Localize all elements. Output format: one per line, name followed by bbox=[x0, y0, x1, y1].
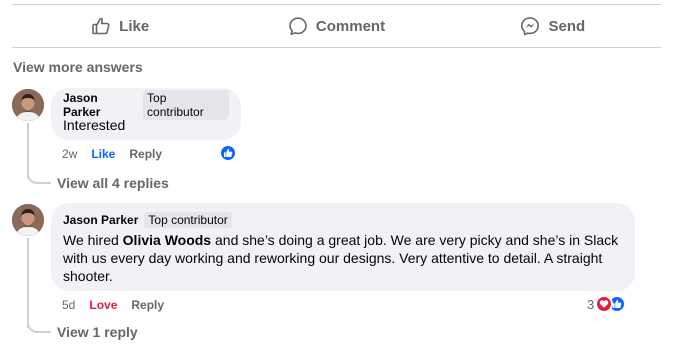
like-button[interactable]: Like bbox=[12, 5, 228, 47]
like-label: Like bbox=[119, 17, 150, 35]
top-contributor-badge: Top contributor bbox=[143, 90, 229, 120]
mention-link[interactable]: Olivia Woods bbox=[123, 232, 211, 248]
thread-connector bbox=[27, 310, 51, 333]
comment-bubble: Jason Parker Top contributor Interested bbox=[51, 88, 241, 140]
comment-author[interactable]: Jason Parker bbox=[63, 213, 138, 227]
thread-connector bbox=[27, 160, 51, 184]
profile-photo-icon bbox=[12, 89, 44, 121]
comment-text-part: We hired bbox=[63, 232, 123, 248]
comment-bubble: Jason Parker Top contributor We hired Ol… bbox=[51, 203, 635, 291]
love-action[interactable]: Love bbox=[89, 298, 117, 312]
thumbs-up-icon bbox=[92, 17, 110, 35]
reaction-count: 3 bbox=[587, 296, 595, 312]
reaction-summary[interactable] bbox=[219, 144, 237, 162]
reply-action[interactable]: Reply bbox=[131, 298, 164, 312]
like-action[interactable]: Like bbox=[91, 147, 115, 161]
comment-label: Comment bbox=[315, 17, 386, 35]
view-replies-link[interactable]: View all 4 replies bbox=[57, 175, 169, 191]
comment-timestamp[interactable]: 2w bbox=[62, 147, 77, 161]
top-contributor-badge: Top contributor bbox=[144, 212, 232, 228]
like-icon bbox=[219, 144, 237, 162]
send-label: Send bbox=[548, 17, 586, 35]
comment-meta: 5d Love Reply bbox=[62, 298, 164, 312]
avatar[interactable] bbox=[12, 89, 44, 121]
post-action-bar: Like Comment Send bbox=[12, 4, 661, 48]
profile-photo-icon bbox=[12, 204, 44, 236]
view-replies-link[interactable]: View 1 reply bbox=[57, 324, 138, 340]
messenger-icon bbox=[521, 17, 540, 36]
reaction-summary[interactable]: 3 bbox=[587, 295, 627, 313]
reply-action[interactable]: Reply bbox=[129, 147, 162, 161]
comment-timestamp[interactable]: 5d bbox=[62, 298, 75, 312]
comment-author[interactable]: Jason Parker bbox=[63, 91, 137, 119]
comment-button[interactable]: Comment bbox=[228, 5, 444, 47]
comment-bubble-icon bbox=[289, 17, 307, 35]
send-button[interactable]: Send bbox=[445, 5, 661, 47]
comment-text: We hired Olivia Woods and she’s doing a … bbox=[63, 231, 623, 285]
view-more-answers-link[interactable]: View more answers bbox=[13, 59, 143, 75]
comment-meta: 2w Like Reply bbox=[62, 147, 162, 161]
avatar[interactable] bbox=[12, 204, 44, 236]
